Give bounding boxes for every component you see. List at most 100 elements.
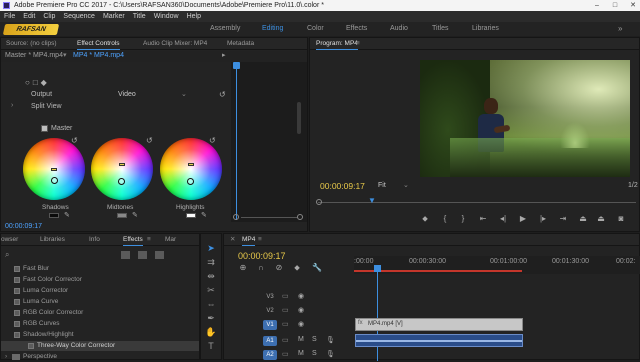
effects-search-icon[interactable]: ⌕ [5, 250, 9, 260]
shadows-eyedropper-icon[interactable]: ✎ [64, 211, 70, 219]
a2-sync-lock-icon[interactable]: ▭ [282, 350, 289, 358]
snap-icon[interactable]: ∩ [256, 263, 266, 273]
midtones-swatch[interactable] [117, 213, 127, 218]
a1-mute-icon[interactable]: M [298, 336, 304, 343]
track-a2-label[interactable]: A2 [263, 350, 277, 360]
highlights-wheel-puck[interactable] [187, 178, 194, 185]
output-dropdown-chevron-icon[interactable]: ⌄ [181, 90, 187, 98]
go-to-in-icon[interactable]: ⇤ [478, 214, 488, 224]
v3-eye-icon[interactable]: ◉ [298, 292, 304, 300]
pen-tool-icon[interactable]: ✒ [204, 312, 218, 324]
workspace-editing[interactable]: Editing [262, 22, 283, 36]
highlights-balance-bar[interactable] [188, 163, 194, 166]
split-view-chevron-icon[interactable]: › [11, 102, 13, 109]
workspace-overflow-icon[interactable]: » [618, 24, 622, 33]
tab-audio-clip-mixer[interactable]: Audio Clip Mixer: MP4 [143, 38, 207, 50]
shadows-swatch[interactable] [49, 213, 59, 218]
linked-selection-icon[interactable]: ⊘ [274, 263, 284, 273]
a1-solo-icon[interactable]: S [312, 336, 317, 343]
ripple-edit-tool-icon[interactable]: ⇹ [204, 270, 218, 282]
menu-marker[interactable]: Marker [103, 11, 125, 22]
midtones-eyedropper-icon[interactable]: ✎ [132, 211, 138, 219]
output-dropdown[interactable]: Video [118, 91, 136, 98]
audio-clip-a1[interactable] [355, 334, 523, 347]
accelerated-effects-icon[interactable] [121, 251, 130, 259]
track-v1-label[interactable]: V1 [263, 320, 277, 330]
folder-perspective[interactable]: › Perspective [5, 352, 57, 362]
program-playhead-icon[interactable]: ▼ [368, 196, 376, 205]
tonal-range-icons[interactable]: ○□◆ [25, 78, 50, 87]
workspace-effects[interactable]: Effects [346, 22, 367, 36]
zoom-slider-track[interactable] [241, 217, 297, 218]
program-panel-menu-icon[interactable]: ≡ [356, 38, 360, 50]
midtones-reset-icon[interactable]: ↺ [146, 136, 153, 145]
go-to-out-icon[interactable]: ⇥ [558, 214, 568, 224]
a2-solo-icon[interactable]: S [312, 350, 317, 357]
midtones-wheel-puck[interactable] [118, 178, 125, 185]
menu-file[interactable]: File [4, 11, 15, 22]
effect-fast-color-corrector[interactable]: Fast Color Corrector [14, 275, 82, 285]
playhead-marker-icon[interactable]: ▸ [222, 51, 226, 59]
track-a1[interactable]: A1 ▭ M S 🎙 [224, 334, 354, 347]
timeline-playhead-handle[interactable] [374, 265, 381, 272]
tab-metadata[interactable]: Metadata [227, 38, 254, 50]
step-back-icon[interactable]: ◂| [498, 214, 508, 224]
mark-out-icon[interactable]: } [458, 214, 468, 224]
timeline-panel-menu-icon[interactable]: ≡ [258, 234, 262, 246]
midtones-color-wheel[interactable] [91, 138, 153, 200]
type-tool-icon[interactable]: T [204, 340, 218, 352]
workspace-titles[interactable]: Titles [432, 22, 448, 36]
menu-clip[interactable]: Clip [43, 11, 55, 22]
v2-eye-icon[interactable]: ◉ [298, 306, 304, 314]
a1-mic-icon[interactable]: 🎙 [326, 336, 335, 344]
shadows-balance-bar[interactable] [51, 168, 57, 171]
master-clip-label[interactable]: Master * MP4.mp4 [5, 52, 63, 59]
maximize-icon[interactable]: □ [606, 0, 624, 11]
v2-sync-lock-icon[interactable]: ▭ [282, 306, 289, 314]
workspace-audio[interactable]: Audio [390, 22, 408, 36]
effect-playhead[interactable] [236, 62, 237, 220]
track-v3-label[interactable]: V3 [263, 292, 277, 302]
tab-markers[interactable]: Mar [165, 234, 176, 246]
highlights-color-wheel[interactable] [160, 138, 222, 200]
effect-three-way-color-corrector[interactable]: Three-Way Color Corrector [1, 341, 199, 351]
master-clip-dropdown-icon[interactable]: ▾ [63, 51, 67, 59]
hand-tool-icon[interactable]: ✋ [204, 326, 218, 338]
track-v3[interactable]: V3 ▭ ◉ [224, 290, 354, 303]
effect-controls-timecode[interactable]: 00:00:09:17 [5, 223, 42, 230]
effect-rgb-color-corrector[interactable]: RGB Color Corrector [14, 308, 83, 318]
scrollbar[interactable] [297, 102, 301, 134]
effect-luma-corrector[interactable]: Luma Corrector [14, 286, 68, 296]
menu-help[interactable]: Help [187, 11, 201, 22]
lift-icon[interactable]: ⏏ [578, 214, 588, 224]
effect-fast-blur[interactable]: Fast Blur [14, 264, 49, 274]
v1-eye-icon[interactable]: ◉ [298, 320, 304, 328]
tab-info[interactable]: Info [89, 234, 100, 246]
yuv-effects-icon[interactable] [155, 251, 164, 259]
resolution-indicator[interactable]: 1/2 [628, 182, 638, 189]
mark-in-icon[interactable]: { [440, 214, 450, 224]
fit-dropdown-chevron-icon[interactable]: ⌄ [403, 181, 409, 189]
timeline-close-icon[interactable]: ✕ [230, 234, 235, 246]
effect-luma-curve[interactable]: Luma Curve [14, 297, 58, 307]
highlights-swatch[interactable] [186, 213, 196, 218]
tab-media-browser[interactable]: owser [1, 234, 18, 246]
track-v2[interactable]: V2 ▭ ◉ [224, 304, 354, 317]
effects-panel-menu-icon[interactable]: ≡ [147, 234, 151, 246]
menu-window[interactable]: Window [154, 11, 179, 22]
track-a1-label[interactable]: A1 [263, 336, 277, 346]
32bit-effects-icon[interactable] [138, 251, 147, 259]
close-icon[interactable]: ✕ [624, 0, 640, 11]
timeline-settings-icon[interactable]: 🔧 [312, 263, 322, 273]
shadows-color-wheel[interactable] [23, 138, 85, 200]
add-marker-icon[interactable]: ⬥ [420, 214, 430, 224]
track-v2-label[interactable]: V2 [263, 306, 277, 316]
menu-edit[interactable]: Edit [23, 11, 35, 22]
add-timeline-marker-icon[interactable]: ⬥ [292, 263, 302, 273]
effect-shadow-highlight[interactable]: Shadow/Highlight [14, 330, 74, 340]
selection-tool-icon[interactable]: ➤ [204, 242, 218, 254]
output-reset-icon[interactable]: ↺ [219, 90, 226, 99]
program-scrub-bar[interactable] [318, 202, 636, 203]
track-v1[interactable]: V1 ▭ ◉ [224, 318, 354, 331]
master-checkbox[interactable] [41, 125, 48, 132]
